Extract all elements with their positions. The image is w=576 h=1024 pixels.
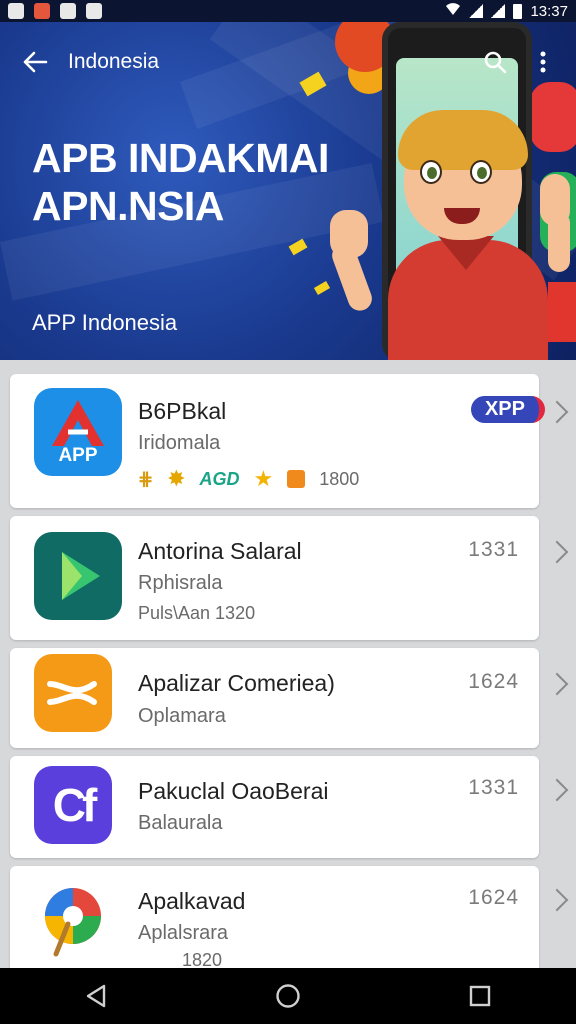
headline-line: APB INDAKMAI: [32, 135, 329, 181]
notification-icon: [34, 3, 50, 19]
chevron-right-icon: [545, 672, 569, 696]
more-options-button[interactable]: [530, 47, 556, 77]
character-eye: [470, 160, 492, 184]
notification-icons: [8, 3, 102, 19]
app-count: 1624: [468, 670, 519, 693]
status-time: 13:37: [530, 2, 568, 20]
status-bar: 13:37: [0, 0, 576, 22]
nav-title: Indonesia: [68, 50, 160, 73]
character-eye: [420, 160, 442, 184]
decor-shape: [530, 82, 576, 152]
wifi-icon: [445, 2, 461, 20]
app-count: 1331: [468, 776, 519, 799]
app-subtitle: Iridomala: [138, 432, 221, 454]
app-card[interactable]: Cf Pakuclal OaoBerai Balaurala 1331: [10, 756, 569, 858]
rating-label: AGD: [199, 468, 240, 489]
rating-row: ⋕ ✸ AGD ★ 1800: [138, 466, 359, 492]
circle-home-icon: [276, 984, 300, 1008]
app-badge: XPP: [470, 396, 545, 423]
app-subtitle: Balaurala: [138, 812, 223, 834]
notification-icon: [8, 3, 24, 19]
nav-home-button[interactable]: [258, 976, 318, 1016]
arrow-left-icon: [23, 51, 48, 73]
app-icon: [34, 654, 112, 732]
star-icon: ★: [253, 466, 274, 491]
decor-shape: [548, 282, 576, 342]
hero-headline: APB INDAKMAI APN.NSIA: [32, 134, 329, 230]
more-vertical-icon: [540, 51, 546, 73]
notification-icon: [86, 3, 102, 19]
scissors-icon: [47, 681, 97, 705]
signal-icon: [491, 4, 506, 18]
nav-actions: [482, 47, 556, 77]
top-app-bar: Indonesia: [0, 42, 576, 82]
app-card[interactable]: Antorina Salaral Rphisrala Puls\Aan 1320…: [10, 516, 569, 640]
chevron-right-icon: [545, 888, 569, 912]
hero-subtitle: APP Indonesia: [32, 310, 178, 335]
nav-recents-button[interactable]: [450, 976, 510, 1016]
search-icon: [484, 51, 507, 74]
decor-shape: [313, 281, 331, 295]
notification-icon: [60, 3, 76, 19]
app-count: 1331: [468, 538, 519, 561]
app-subtitle: Aplalsrara: [138, 922, 229, 944]
headline-line: APN.NSIA: [32, 183, 224, 229]
app-icon-label: APP: [58, 445, 98, 466]
chevron-right-icon: [545, 400, 569, 424]
app-card[interactable]: APP B6PBkal Iridomala XPP ⋕ ✸ AGD ★ 1800: [10, 374, 569, 508]
nav-back-button[interactable]: [66, 976, 126, 1016]
app-list: APP B6PBkal Iridomala XPP ⋕ ✸ AGD ★ 1800…: [0, 360, 576, 976]
chevron-right-icon: [545, 540, 569, 564]
app-subtitle: Rphisrala: [138, 572, 223, 594]
app-icon-label: Cf: [52, 779, 98, 831]
app-name: Pakuclal OaoBerai: [138, 778, 329, 804]
app-name: B6PBkal: [138, 398, 227, 424]
map-pin-icon: [45, 888, 101, 957]
signal-icon: [469, 4, 484, 18]
character-hand: [330, 210, 368, 258]
app-meta: Puls\Aan 1320: [138, 603, 256, 623]
app-icon: Cf: [34, 766, 112, 844]
character-hair: [398, 110, 528, 170]
calendar-icon: [287, 470, 306, 488]
battery-icon: [513, 3, 523, 19]
rating-count: 1800: [319, 468, 360, 489]
app-card[interactable]: Apalizar Comeriea) Oplamara 1624: [10, 648, 569, 748]
app-subtitle: Oplamara: [138, 705, 226, 727]
app-icon: [34, 532, 122, 620]
play-icon: [62, 552, 100, 600]
app-card[interactable]: Apalkavad Aplalsrara 1820 1624: [10, 866, 569, 976]
back-button[interactable]: [20, 47, 50, 77]
app-icon: [34, 880, 112, 958]
triangle-back-icon: [86, 984, 106, 1008]
app-name: Antorina Salaral: [138, 538, 302, 564]
app-icon: APP: [34, 388, 122, 476]
hero-banner: Indonesia APB INDAKMAI APN.NSIA APP Indo…: [0, 22, 576, 362]
tag-icon: ⋕: [138, 468, 154, 489]
sun-icon: ✸: [167, 466, 186, 491]
system-nav-bar: [0, 968, 576, 1024]
app-name: Apalkavad: [138, 888, 246, 914]
app-count: 1624: [468, 886, 519, 909]
search-button[interactable]: [482, 47, 508, 77]
square-recents-icon: [469, 985, 491, 1007]
system-icons: 13:37: [445, 2, 568, 20]
app-name: Apalizar Comeriea): [138, 670, 335, 696]
chevron-right-icon: [545, 778, 569, 802]
character-hand: [540, 174, 570, 226]
